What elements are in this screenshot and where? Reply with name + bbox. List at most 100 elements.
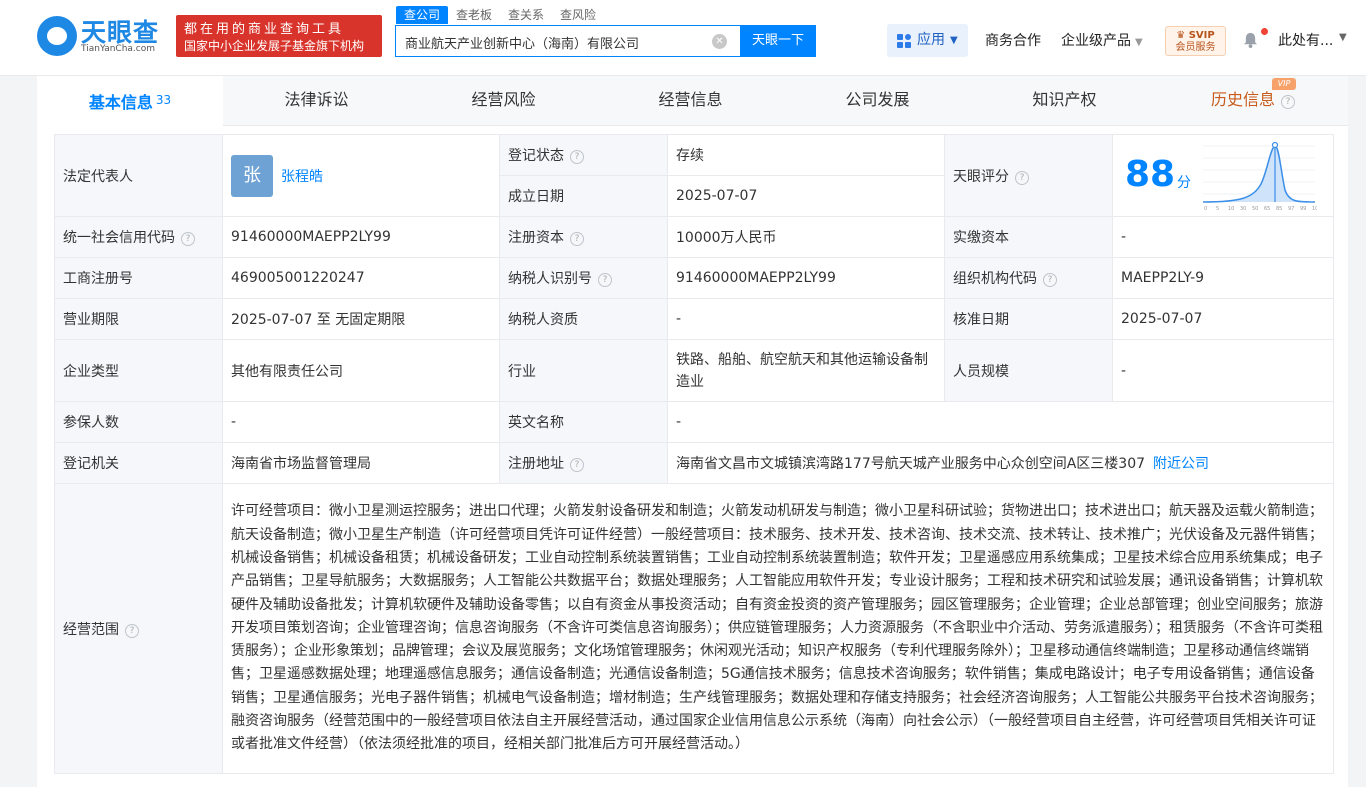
- bell-icon[interactable]: [1243, 32, 1258, 48]
- approve-date-label: 核准日期: [944, 298, 1113, 340]
- term-value: 2025-07-07 至 无固定期限: [222, 298, 500, 340]
- caret-down-icon[interactable]: ▼: [1339, 32, 1347, 43]
- tab-development[interactable]: 公司发展: [784, 76, 971, 126]
- english-name-label: 英文名称: [499, 401, 668, 443]
- taxpayer-id-label: 纳税人识别号: [508, 271, 592, 287]
- table-row: 统一社会信用代码? 91460000MAEPP2LY99 注册资本? 10000…: [54, 216, 1334, 258]
- score-tick-label: 85: [1276, 206, 1282, 212]
- scope-label-cell: 经营范围?: [54, 483, 223, 774]
- english-name-value: -: [667, 401, 1334, 443]
- org-code-label: 组织机构代码: [953, 271, 1037, 287]
- status-label-cell: 登记状态?: [499, 134, 668, 176]
- help-icon[interactable]: ?: [1043, 273, 1057, 287]
- nearby-companies-link[interactable]: 附近公司: [1153, 456, 1209, 472]
- search-button[interactable]: 天眼一下: [740, 25, 816, 57]
- score-tick-label: 99: [1300, 206, 1306, 212]
- tab-operation-risk[interactable]: 经营风险: [410, 76, 597, 126]
- search-tab-risk[interactable]: 查风险: [552, 6, 604, 24]
- basic-info-table: 法定代表人 张张程皓 登记状态? 存续 天眼评分? 88 分 0 5 10 30…: [54, 134, 1334, 774]
- table-row: 登记机关 海南省市场监督管理局 注册地址? 海南省文昌市文城镇滨湾路177号航天…: [54, 442, 1334, 484]
- score-value: 88: [1125, 153, 1176, 195]
- address-cell: 海南省文昌市文城镇滨湾路177号航天城产业服务中心众创空间A区三楼307 附近公司: [667, 442, 1334, 484]
- help-icon[interactable]: ?: [1015, 170, 1029, 185]
- help-icon[interactable]: ?: [570, 150, 584, 164]
- address-label: 注册地址: [508, 456, 564, 472]
- score-cell[interactable]: 88 分 0 5 10 30 50 65 85 97 99 100: [1112, 134, 1334, 217]
- score-label-cell: 天眼评分?: [944, 134, 1113, 217]
- tab-label: 基本信息: [88, 93, 153, 112]
- tab-label: 历史信息: [1210, 90, 1275, 109]
- help-icon[interactable]: ?: [598, 273, 612, 287]
- help-icon[interactable]: ?: [570, 458, 584, 472]
- tab-legal[interactable]: 法律诉讼: [223, 76, 410, 126]
- table-row: 企业类型 其他有限责任公司 行业 铁路、船舶、航空航天和其他运输设备制造业 人员…: [54, 339, 1334, 402]
- enterprise-products-link[interactable]: 企业级产品 ▼: [1061, 30, 1143, 50]
- svip-label: ♛ SVIP: [1176, 30, 1215, 41]
- search-tab-boss[interactable]: 查老板: [448, 6, 500, 24]
- score-tick-label: 30: [1240, 206, 1246, 212]
- tab-basic-info[interactable]: 基本信息 33: [37, 76, 223, 126]
- tab-count: 33: [155, 93, 172, 107]
- user-name[interactable]: 此处有...: [1278, 30, 1333, 50]
- found-date-value: 2025-07-07: [667, 175, 945, 217]
- slogan-line-1: 都在用的商业查询工具: [184, 22, 345, 37]
- tianyancha-logo[interactable]: 天眼查 TianYanCha.com: [37, 13, 169, 57]
- reg-capital-label: 注册资本: [508, 230, 564, 246]
- score-tick-label: 5: [1216, 206, 1219, 212]
- app-menu-button[interactable]: 应用 ▼: [887, 24, 968, 57]
- search-tab-relation[interactable]: 查关系: [500, 6, 552, 24]
- paid-capital-label: 实缴资本: [944, 216, 1113, 258]
- tab-operation-info[interactable]: 经营信息: [597, 76, 784, 126]
- authority-value: 海南省市场监督管理局: [222, 442, 500, 484]
- top-bar: 天眼查 TianYanCha.com 都在用的商业查询工具 国家中小企业发展子基…: [0, 0, 1366, 76]
- business-cooperation-link[interactable]: 商务合作: [985, 30, 1041, 50]
- vip-badge: VIP: [1272, 78, 1296, 90]
- score-tick-label: 100: [1312, 206, 1317, 212]
- help-icon[interactable]: ?: [1281, 95, 1295, 109]
- taxpayer-id-label-cell: 纳税人识别号?: [499, 257, 668, 299]
- search-input-value: 商业航天产业创新中心（海南）有限公司: [405, 37, 640, 52]
- slogan-banner: 都在用的商业查询工具 国家中小企业发展子基金旗下机构: [176, 15, 382, 57]
- score-axis-ticks: 0 5 10 30 50 65 85 97 99 100: [1204, 206, 1317, 212]
- tab-history[interactable]: 历史信息?: [1158, 76, 1348, 126]
- industry-value: 铁路、船舶、航空航天和其他运输设备制造业: [667, 339, 945, 402]
- search-tab-company[interactable]: 查公司: [396, 6, 449, 24]
- biz-reg-value: 469005001220247: [222, 257, 500, 299]
- insured-value: -: [222, 401, 500, 443]
- member-service-label: 会员服务: [1175, 42, 1216, 53]
- legal-rep-label: 法定代表人: [54, 134, 223, 217]
- clear-icon[interactable]: ✕: [712, 34, 727, 49]
- search-type-tabs: 查公司 查老板 查关系 查风险: [396, 6, 604, 24]
- svip-button[interactable]: ♛ SVIP 会员服务: [1165, 26, 1226, 56]
- avatar[interactable]: 张: [231, 154, 273, 197]
- search-input[interactable]: 商业航天产业创新中心（海南）有限公司 ✕: [395, 25, 741, 57]
- status-badge: 存续: [667, 134, 945, 176]
- table-row: 法定代表人 张张程皓 登记状态? 存续 天眼评分? 88 分 0 5 10 30…: [54, 134, 1334, 217]
- term-label: 营业期限: [54, 298, 223, 340]
- legal-rep-cell: 张张程皓: [222, 134, 500, 217]
- tab-ip[interactable]: 知识产权: [971, 76, 1158, 126]
- section-tabs: 基本信息 33 法律诉讼 经营风险 经营信息 公司发展 知识产权 历史信息?: [37, 76, 1348, 126]
- insured-label: 参保人数: [54, 401, 223, 443]
- staff-size-value: -: [1112, 339, 1334, 402]
- help-icon[interactable]: ?: [181, 232, 195, 246]
- biz-reg-label: 工商注册号: [54, 257, 223, 299]
- help-icon[interactable]: ?: [570, 232, 584, 246]
- crown-icon: ♛: [1176, 30, 1186, 41]
- taxpayer-qual-label: 纳税人资质: [499, 298, 668, 340]
- credit-code-label-cell: 统一社会信用代码?: [54, 216, 223, 258]
- score-tick-label: 50: [1252, 206, 1258, 212]
- table-row: 经营范围? 许可经营项目：微小卫星测运控服务；进出口代理；火箭发射设备研发和制造…: [54, 483, 1334, 774]
- help-icon[interactable]: ?: [125, 623, 139, 638]
- score-tick-label: 97: [1288, 206, 1294, 212]
- found-date-label: 成立日期: [499, 175, 668, 217]
- status-label: 登记状态: [508, 148, 564, 164]
- grid-icon: [897, 34, 911, 48]
- credit-code-value: 91460000MAEPP2LY99: [222, 216, 500, 258]
- legal-rep-name-link[interactable]: 张程皓: [281, 169, 323, 185]
- score-wrap: 88 分 0 5 10 30 50 65 85 97 99 100: [1113, 136, 1333, 216]
- org-code-value: MAEPP2LY-9: [1112, 257, 1334, 299]
- table-row: 工商注册号 469005001220247 纳税人识别号? 91460000MA…: [54, 257, 1334, 299]
- address-label-cell: 注册地址?: [499, 442, 668, 484]
- business-scope-text: 许可经营项目：微小卫星测运控服务；进出口代理；火箭发射设备研发和制造；火箭发动机…: [222, 483, 1334, 774]
